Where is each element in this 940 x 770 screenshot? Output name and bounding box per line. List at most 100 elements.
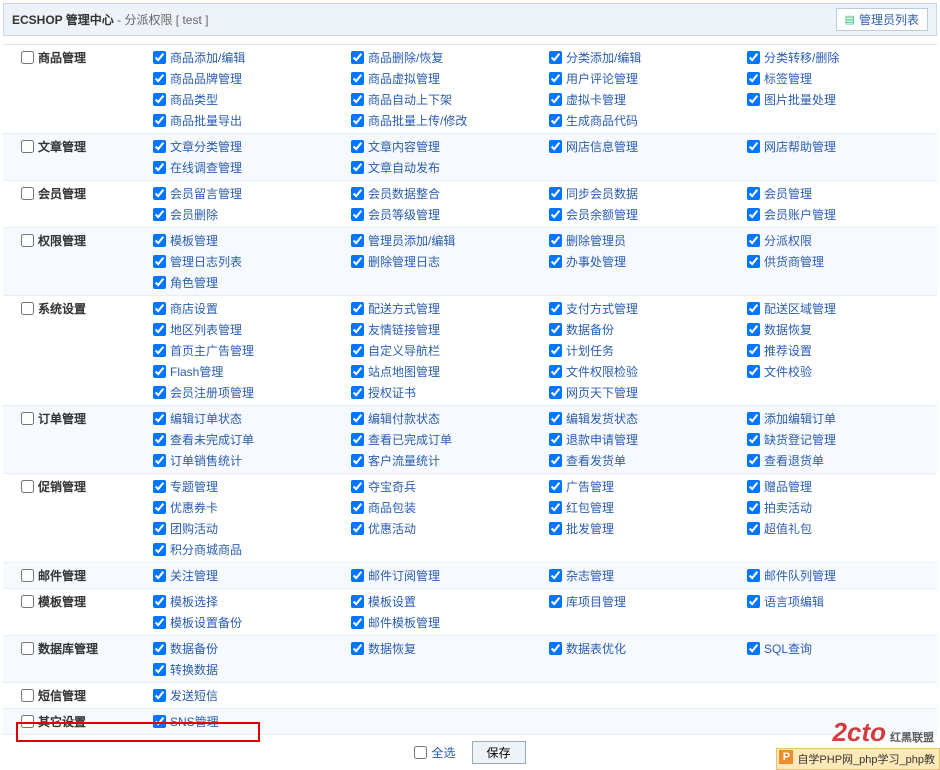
perm-checkbox[interactable] — [153, 187, 166, 200]
perm-checkbox[interactable] — [351, 208, 364, 221]
perm-checkbox[interactable] — [153, 522, 166, 535]
section-checkbox[interactable] — [21, 187, 34, 200]
perm-item[interactable]: 首页主广告管理 — [153, 340, 343, 361]
perm-item[interactable]: 杂志管理 — [549, 565, 739, 586]
perm-item[interactable]: 商品批量导出 — [153, 110, 343, 131]
section-cell[interactable]: 订单管理 — [3, 406, 153, 431]
perm-item[interactable]: 会员余额管理 — [549, 204, 739, 225]
perm-item[interactable]: 编辑付款状态 — [351, 408, 541, 429]
perm-checkbox[interactable] — [351, 412, 364, 425]
section-checkbox[interactable] — [21, 569, 34, 582]
perm-item[interactable]: 会员注册项管理 — [153, 382, 343, 403]
perm-item[interactable]: 编辑订单状态 — [153, 408, 343, 429]
perm-checkbox[interactable] — [747, 93, 760, 106]
perm-item[interactable]: 邮件队列管理 — [747, 565, 937, 586]
perm-item[interactable]: 配送区域管理 — [747, 298, 937, 319]
perm-item[interactable]: 商店设置 — [153, 298, 343, 319]
perm-item[interactable]: 模板设置备份 — [153, 612, 343, 633]
perm-checkbox[interactable] — [351, 595, 364, 608]
perm-item[interactable]: 网店信息管理 — [549, 136, 739, 157]
perm-checkbox[interactable] — [153, 433, 166, 446]
perm-checkbox[interactable] — [549, 302, 562, 315]
perm-item[interactable]: 客户流量统计 — [351, 450, 541, 471]
perm-checkbox[interactable] — [153, 276, 166, 289]
perm-checkbox[interactable] — [747, 255, 760, 268]
perm-checkbox[interactable] — [747, 208, 760, 221]
perm-checkbox[interactable] — [153, 255, 166, 268]
perm-checkbox[interactable] — [549, 323, 562, 336]
perm-item[interactable]: 优惠活动 — [351, 518, 541, 539]
section-cell[interactable]: 会员管理 — [3, 181, 153, 206]
perm-item[interactable]: 商品自动上下架 — [351, 89, 541, 110]
perm-checkbox[interactable] — [549, 642, 562, 655]
perm-item[interactable]: 文章自动发布 — [351, 157, 541, 178]
perm-checkbox[interactable] — [351, 386, 364, 399]
perm-item[interactable]: 删除管理员 — [549, 230, 739, 251]
perm-checkbox[interactable] — [747, 433, 760, 446]
perm-checkbox[interactable] — [747, 302, 760, 315]
perm-item[interactable]: 办事处管理 — [549, 251, 739, 272]
perm-item[interactable]: 积分商城商品 — [153, 539, 343, 560]
perm-item[interactable]: 查看发货单 — [549, 450, 739, 471]
section-checkbox[interactable] — [21, 642, 34, 655]
perm-checkbox[interactable] — [747, 595, 760, 608]
perm-item[interactable]: 标签管理 — [747, 68, 937, 89]
perm-checkbox[interactable] — [153, 642, 166, 655]
perm-checkbox[interactable] — [153, 302, 166, 315]
perm-checkbox[interactable] — [549, 72, 562, 85]
perm-checkbox[interactable] — [153, 140, 166, 153]
perm-checkbox[interactable] — [549, 140, 562, 153]
perm-item[interactable]: 关注管理 — [153, 565, 343, 586]
perm-checkbox[interactable] — [747, 412, 760, 425]
section-checkbox[interactable] — [21, 51, 34, 64]
perm-item[interactable]: 语言项编辑 — [747, 591, 937, 612]
section-cell[interactable]: 短信管理 — [3, 683, 153, 708]
perm-checkbox[interactable] — [153, 208, 166, 221]
perm-item[interactable]: 商品批量上传/修改 — [351, 110, 541, 131]
perm-checkbox[interactable] — [549, 386, 562, 399]
perm-item[interactable]: 邮件订阅管理 — [351, 565, 541, 586]
perm-checkbox[interactable] — [747, 72, 760, 85]
perm-checkbox[interactable] — [747, 234, 760, 247]
perm-item[interactable]: 网页天下管理 — [549, 382, 739, 403]
perm-checkbox[interactable] — [351, 161, 364, 174]
perm-item[interactable]: 广告管理 — [549, 476, 739, 497]
perm-item[interactable]: 数据备份 — [153, 638, 343, 659]
perm-checkbox[interactable] — [549, 208, 562, 221]
section-cell[interactable]: 商品管理 — [3, 45, 153, 70]
perm-item[interactable]: 删除管理日志 — [351, 251, 541, 272]
perm-checkbox[interactable] — [153, 501, 166, 514]
perm-checkbox[interactable] — [153, 234, 166, 247]
perm-checkbox[interactable] — [351, 255, 364, 268]
perm-checkbox[interactable] — [549, 501, 562, 514]
perm-checkbox[interactable] — [747, 480, 760, 493]
section-cell[interactable]: 权限管理 — [3, 228, 153, 253]
perm-item[interactable]: 站点地图管理 — [351, 361, 541, 382]
perm-item[interactable]: 推荐设置 — [747, 340, 937, 361]
perm-checkbox[interactable] — [549, 93, 562, 106]
perm-item[interactable]: 支付方式管理 — [549, 298, 739, 319]
perm-item[interactable]: 供货商管理 — [747, 251, 937, 272]
perm-item[interactable]: 红包管理 — [549, 497, 739, 518]
perm-item[interactable]: 商品删除/恢复 — [351, 47, 541, 68]
section-cell[interactable]: 促销管理 — [3, 474, 153, 499]
perm-checkbox[interactable] — [351, 642, 364, 655]
perm-item[interactable]: 发送短信 — [153, 685, 343, 706]
perm-item[interactable]: 文章分类管理 — [153, 136, 343, 157]
perm-checkbox[interactable] — [153, 616, 166, 629]
perm-checkbox[interactable] — [549, 344, 562, 357]
select-all-wrap[interactable]: 全选 — [414, 742, 455, 763]
perm-checkbox[interactable] — [351, 616, 364, 629]
perm-checkbox[interactable] — [747, 522, 760, 535]
perm-checkbox[interactable] — [153, 365, 166, 378]
perm-item[interactable]: 会员数据整合 — [351, 183, 541, 204]
perm-item[interactable]: 赠品管理 — [747, 476, 937, 497]
admin-list-link[interactable]: ▤ 管理员列表 — [836, 8, 928, 31]
perm-item[interactable]: 邮件模板管理 — [351, 612, 541, 633]
perm-item[interactable]: 数据表优化 — [549, 638, 739, 659]
perm-checkbox[interactable] — [747, 454, 760, 467]
perm-item[interactable]: 同步会员数据 — [549, 183, 739, 204]
section-cell[interactable]: 模板管理 — [3, 589, 153, 614]
perm-checkbox[interactable] — [549, 480, 562, 493]
perm-item[interactable]: 优惠券卡 — [153, 497, 343, 518]
